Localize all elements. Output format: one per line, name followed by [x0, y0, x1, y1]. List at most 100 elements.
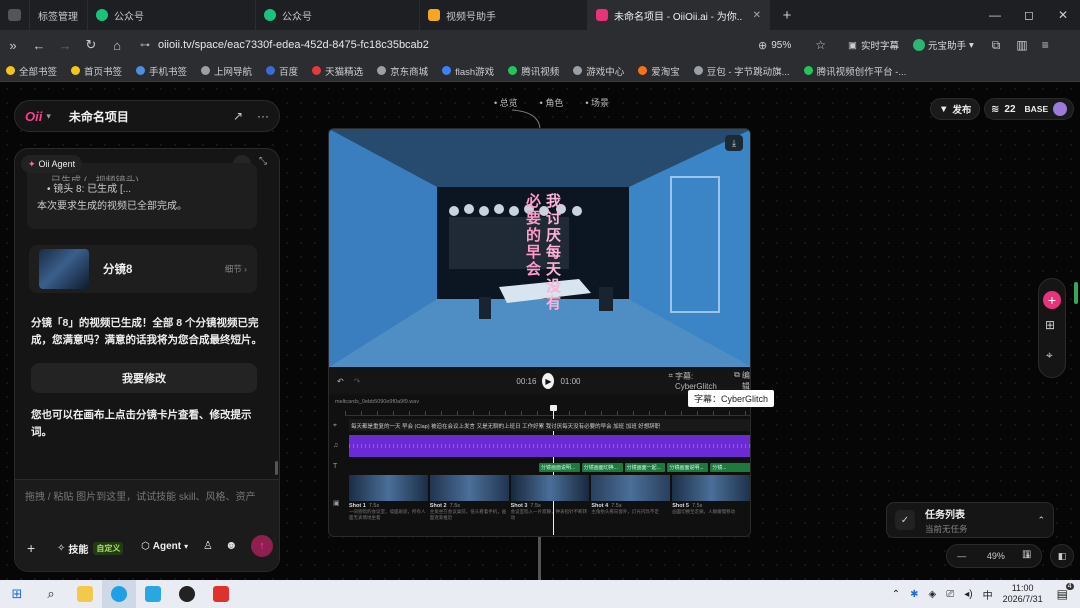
- credits-badge[interactable]: ≋ 22 BASE: [984, 98, 1075, 120]
- shot-clip[interactable]: Shot 3 7.5s 会议室陷入一片寂静，钟表指针不断转动: [510, 475, 590, 535]
- subtitle-button[interactable]: ⌗ 字幕: CyberGlitch: [669, 371, 721, 391]
- emoji-icon[interactable]: ☻: [225, 538, 238, 552]
- bookmark-item[interactable]: 天猫精选: [312, 64, 363, 78]
- undo-icon[interactable]: ↶: [337, 377, 344, 386]
- chevron-down-icon[interactable]: ▾: [46, 111, 51, 122]
- volume-icon[interactable]: ◂): [964, 589, 972, 600]
- play-button[interactable]: ▶: [542, 373, 555, 389]
- publish-button[interactable]: ▼ 发布: [930, 98, 981, 120]
- cursor-icon[interactable]: ⌖: [1046, 348, 1053, 363]
- bookmark-item[interactable]: 百度: [266, 64, 298, 78]
- panel-toggle-icon[interactable]: ◧: [1050, 544, 1074, 568]
- shot-card-detail[interactable]: 细节 ›: [225, 263, 247, 275]
- chat-input-box[interactable]: 拖拽 / 粘贴 图片到这里，试试技能 skill、风格、资产 + ✧ 技能 自定…: [15, 479, 279, 571]
- maximize-button[interactable]: ◻: [1012, 8, 1046, 22]
- forward-icon[interactable]: →: [52, 38, 78, 53]
- chevron-up-icon[interactable]: ⌃: [1037, 515, 1045, 526]
- bluetooth-icon[interactable]: ✱: [910, 589, 918, 600]
- site-info-icon[interactable]: ⊶: [140, 40, 150, 51]
- tab-sidebar-toggle[interactable]: [0, 0, 30, 30]
- assistant-button[interactable]: 元宝助手 ▾: [912, 38, 974, 52]
- playhead-knob[interactable]: [550, 405, 557, 411]
- qq-icon[interactable]: [170, 580, 204, 608]
- subtitle-clip[interactable]: 分镜...: [710, 463, 750, 472]
- new-tab-button[interactable]: +: [770, 7, 804, 24]
- ime-indicator[interactable]: 中: [983, 587, 993, 602]
- clock[interactable]: 11:00 2026/7/31: [1003, 583, 1043, 605]
- redo-icon[interactable]: ↷: [354, 377, 361, 386]
- menu-icon[interactable]: ≡: [1042, 38, 1049, 52]
- tray-chevron-icon[interactable]: ⌃: [892, 589, 900, 600]
- share-icon[interactable]: ↗: [233, 109, 243, 123]
- map-icon[interactable]: ▥: [1022, 549, 1031, 560]
- skill-button[interactable]: ✧ 技能 自定义: [57, 541, 124, 556]
- bookmark-item[interactable]: 腾讯视频创作平台 -...: [803, 64, 906, 78]
- notification-button[interactable]: ▤ 4: [1057, 583, 1074, 601]
- tab-0[interactable]: 标签管理: [30, 0, 88, 30]
- bookmark-item[interactable]: 首页书签: [71, 64, 122, 78]
- layout-icon[interactable]: ⊞: [1045, 318, 1055, 332]
- oii-logo[interactable]: Oii: [25, 109, 42, 124]
- bookmark-item[interactable]: 手机书签: [136, 64, 187, 78]
- minimize-button[interactable]: —: [978, 8, 1012, 22]
- caption-button[interactable]: ▣ 实时字幕: [848, 38, 899, 53]
- browser-taskbar-icon[interactable]: [102, 580, 136, 608]
- back-icon[interactable]: ←: [26, 38, 52, 53]
- tab-3[interactable]: 视频号助手: [420, 0, 588, 30]
- tab-4-active[interactable]: 未命名项目 - OiiOii.ai - 为你.. ✕: [588, 0, 770, 30]
- bookmark-item[interactable]: 全部书签: [6, 64, 57, 78]
- close-tab-icon[interactable]: ✕: [753, 10, 761, 21]
- download-icon[interactable]: ⤓: [725, 135, 743, 151]
- search-icon[interactable]: ⌕: [34, 580, 68, 608]
- shot-clip[interactable]: Shot 2 7.5s 主角坐在会议桌前，低头看着手机，画面逐渐推近: [429, 475, 509, 535]
- bookmark-item[interactable]: 上网导航: [201, 64, 252, 78]
- subtitle-clip[interactable]: 分镜画面一起...: [624, 463, 666, 472]
- subtitle-clip[interactable]: 分镜画面说明...: [539, 463, 580, 472]
- zoom-level[interactable]: 95%: [771, 40, 807, 51]
- modify-button[interactable]: 我要修改: [31, 363, 257, 393]
- bookmark-item[interactable]: 爱淘宝: [638, 64, 680, 78]
- wps-icon[interactable]: [204, 580, 238, 608]
- subtitle-clip[interactable]: 分镜画面说明...: [667, 463, 709, 472]
- zoom-out-button[interactable]: —: [957, 551, 966, 561]
- more-icon[interactable]: ···: [257, 109, 269, 123]
- close-window-button[interactable]: ✕: [1046, 8, 1080, 22]
- shot-card[interactable]: 分镜8 细节 ›: [29, 245, 257, 293]
- project-title[interactable]: 未命名项目: [69, 108, 129, 125]
- bookmark-item[interactable]: 豆包 - 字节跳动旗...: [693, 64, 790, 78]
- people-icon[interactable]: ♙: [203, 539, 213, 552]
- bookmark-item[interactable]: 游戏中心: [573, 64, 624, 78]
- security-icon[interactable]: ◈: [929, 589, 937, 600]
- collapse-icon[interactable]: ⤡: [259, 156, 267, 167]
- chat-input[interactable]: 拖拽 / 粘贴 图片到这里，试试技能 skill、风格、资产: [25, 490, 265, 506]
- bookmark-item[interactable]: 腾讯视频: [508, 64, 559, 78]
- zoom-value[interactable]: 49%: [987, 551, 1005, 561]
- send-button[interactable]: ↑: [251, 535, 273, 557]
- star-icon[interactable]: ☆: [815, 38, 826, 52]
- tab-2[interactable]: 公众号: [256, 0, 420, 30]
- avatar[interactable]: [1053, 102, 1068, 116]
- network-icon[interactable]: ⎚: [946, 589, 954, 600]
- nav-scenes[interactable]: • 场景: [585, 96, 609, 109]
- subtitle-clip[interactable]: 分镜画面切换...: [581, 463, 623, 472]
- refresh-app-icon[interactable]: [136, 580, 170, 608]
- agent-mode-button[interactable]: ⬡ Agent ▾: [141, 541, 188, 552]
- file-explorer-icon[interactable]: [68, 580, 102, 608]
- reload-icon[interactable]: ↻: [78, 37, 104, 53]
- text-track[interactable]: 每天都是重复的一天 早会 (Clap) 被迫在会议上发言 又是无聊的上班日 工作…: [349, 419, 750, 431]
- bookmark-item[interactable]: flash游戏: [442, 64, 494, 78]
- edit-button[interactable]: ⧉ 编辑: [734, 370, 750, 392]
- right-scrollbar[interactable]: [1074, 282, 1078, 304]
- shot-clip[interactable]: Shot 4 7.5s 主角抬头看向窗外，灯光闪烁不定: [591, 475, 671, 535]
- tab-1[interactable]: 公众号: [88, 0, 256, 30]
- start-button[interactable]: ⊞: [0, 580, 34, 608]
- add-node-button[interactable]: +: [1043, 291, 1061, 309]
- chat-scrollbar[interactable]: [275, 461, 278, 475]
- audio-track[interactable]: [349, 435, 750, 457]
- shot-clip[interactable]: Shot 1 7.5s 一间昏暗的会议室，墙面斑驳，所有人面无表情地坐着: [349, 475, 428, 535]
- task-list-panel[interactable]: ✓ 任务列表 当前无任务 ⌃: [886, 502, 1054, 538]
- bookmark-item[interactable]: 京东商城: [377, 64, 428, 78]
- add-icon[interactable]: +: [27, 540, 35, 556]
- split-view-icon[interactable]: ▥: [1016, 38, 1027, 52]
- home-icon[interactable]: ⌂: [104, 38, 130, 53]
